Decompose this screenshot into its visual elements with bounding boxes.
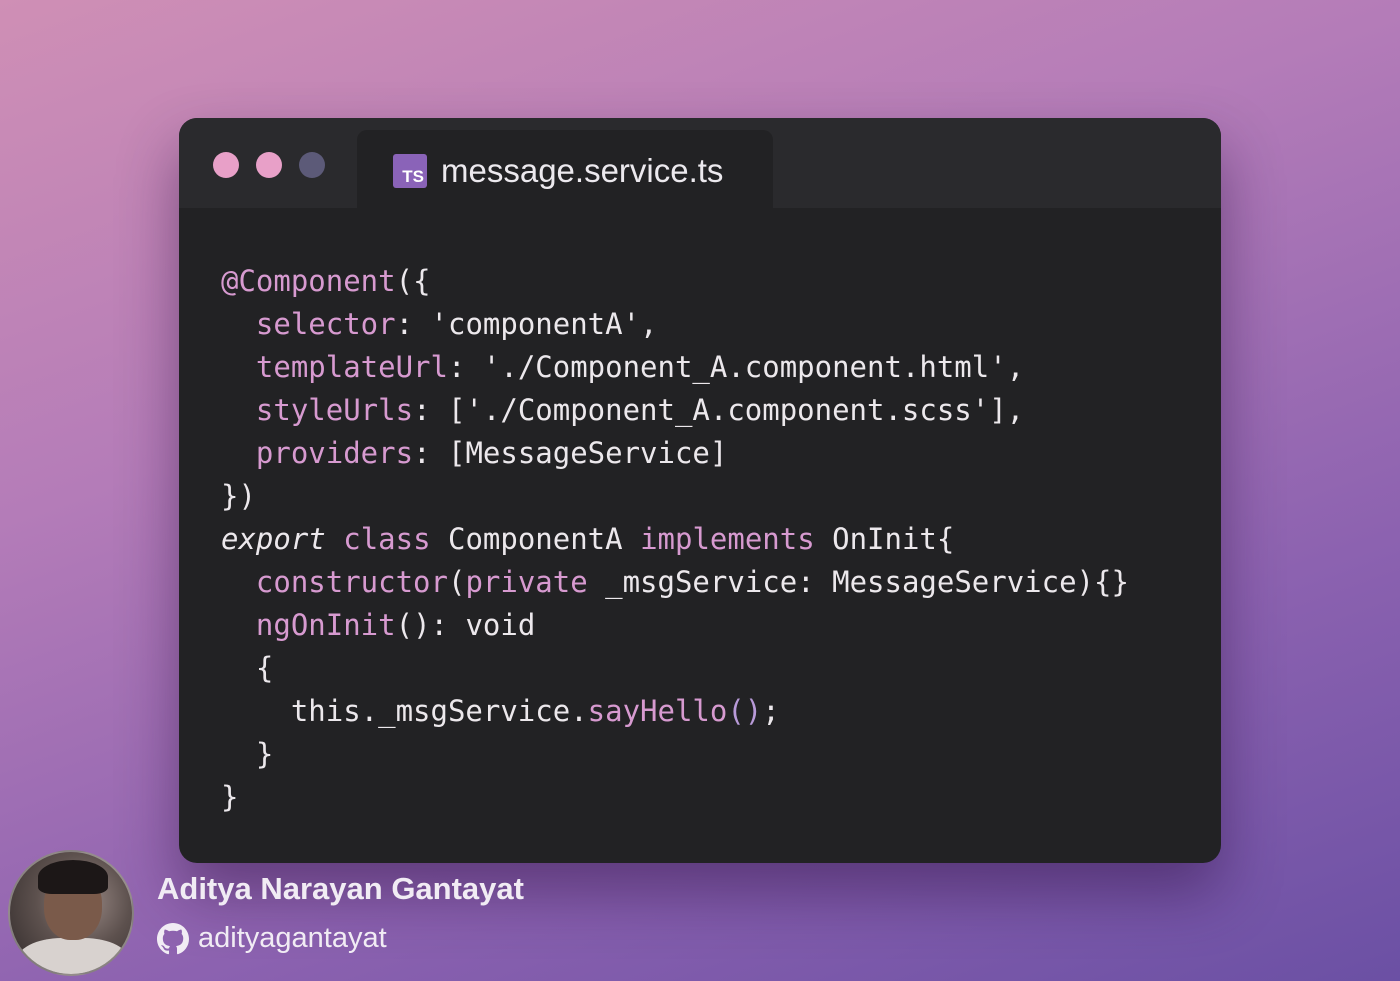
code-line: @Component({ bbox=[221, 260, 1129, 303]
window-close-button[interactable] bbox=[213, 152, 239, 178]
code-token: constructor bbox=[255, 565, 448, 599]
code-token: export bbox=[221, 522, 326, 556]
code-token: @Component bbox=[221, 264, 396, 298]
author-name: Aditya Narayan Gantayat bbox=[157, 871, 524, 906]
typescript-badge-label: TS bbox=[402, 167, 424, 186]
code-token: implements bbox=[640, 522, 815, 556]
code-token: _msgService: MessageService){} bbox=[587, 565, 1129, 599]
code-line: constructor(private _msgService: Message… bbox=[221, 561, 1129, 604]
code-token: : ['./Component_A.component.scss'], bbox=[413, 393, 1025, 427]
code-token: styleUrls bbox=[255, 393, 414, 427]
github-handle[interactable]: adityagantayat bbox=[198, 922, 387, 955]
code-line: this._msgService.sayHello(); bbox=[221, 690, 1129, 733]
code-token: } bbox=[221, 780, 239, 814]
code-token: { bbox=[221, 651, 274, 685]
code-token: selector bbox=[255, 307, 396, 341]
code-token: : [MessageService] bbox=[413, 436, 728, 470]
code-token: () bbox=[727, 694, 763, 728]
code-line: }) bbox=[221, 475, 1129, 518]
code-token: ( bbox=[447, 565, 466, 599]
code-token: providers bbox=[255, 436, 414, 470]
code-token: ({ bbox=[395, 264, 431, 298]
code-line: export class ComponentA implements OnIni… bbox=[221, 518, 1129, 561]
avatar-body-shape bbox=[16, 938, 130, 974]
tab-filename: message.service.ts bbox=[441, 152, 724, 189]
file-tab[interactable]: TS message.service.ts bbox=[357, 130, 773, 212]
code-token: sayHello bbox=[587, 694, 728, 728]
code-line: { bbox=[221, 647, 1129, 690]
window-minimize-button[interactable] bbox=[256, 152, 282, 178]
code-line: templateUrl: './Component_A.component.ht… bbox=[221, 346, 1129, 389]
code-window: TS message.service.ts @Component({ selec… bbox=[179, 118, 1221, 863]
code-block: @Component({ selector: 'componentA', tem… bbox=[221, 260, 1129, 819]
code-token: : 'componentA', bbox=[395, 307, 658, 341]
window-maximize-button[interactable] bbox=[299, 152, 325, 178]
code-token: ; bbox=[762, 694, 780, 728]
code-line: providers: [MessageService] bbox=[221, 432, 1129, 475]
code-token: OnInit{ bbox=[814, 522, 955, 556]
code-line: selector: 'componentA', bbox=[221, 303, 1129, 346]
code-line: ngOnInit(): void bbox=[221, 604, 1129, 647]
code-line: styleUrls: ['./Component_A.component.scs… bbox=[221, 389, 1129, 432]
code-token: (): void bbox=[395, 608, 536, 642]
code-token: } bbox=[221, 737, 274, 771]
code-line: } bbox=[221, 733, 1129, 776]
author-avatar bbox=[8, 850, 134, 976]
code-token: private bbox=[465, 565, 588, 599]
code-token: templateUrl bbox=[255, 350, 448, 384]
github-icon bbox=[157, 923, 189, 955]
code-token: this._msgService. bbox=[221, 694, 588, 728]
code-token: ComponentA bbox=[430, 522, 641, 556]
code-token: : './Component_A.component.html', bbox=[447, 350, 1025, 384]
code-token: ngOnInit bbox=[255, 608, 396, 642]
typescript-file-icon: TS bbox=[393, 154, 427, 188]
code-line: } bbox=[221, 776, 1129, 819]
code-token: }) bbox=[221, 479, 256, 513]
avatar-hair-shape bbox=[38, 860, 108, 894]
code-token: class bbox=[343, 522, 431, 556]
